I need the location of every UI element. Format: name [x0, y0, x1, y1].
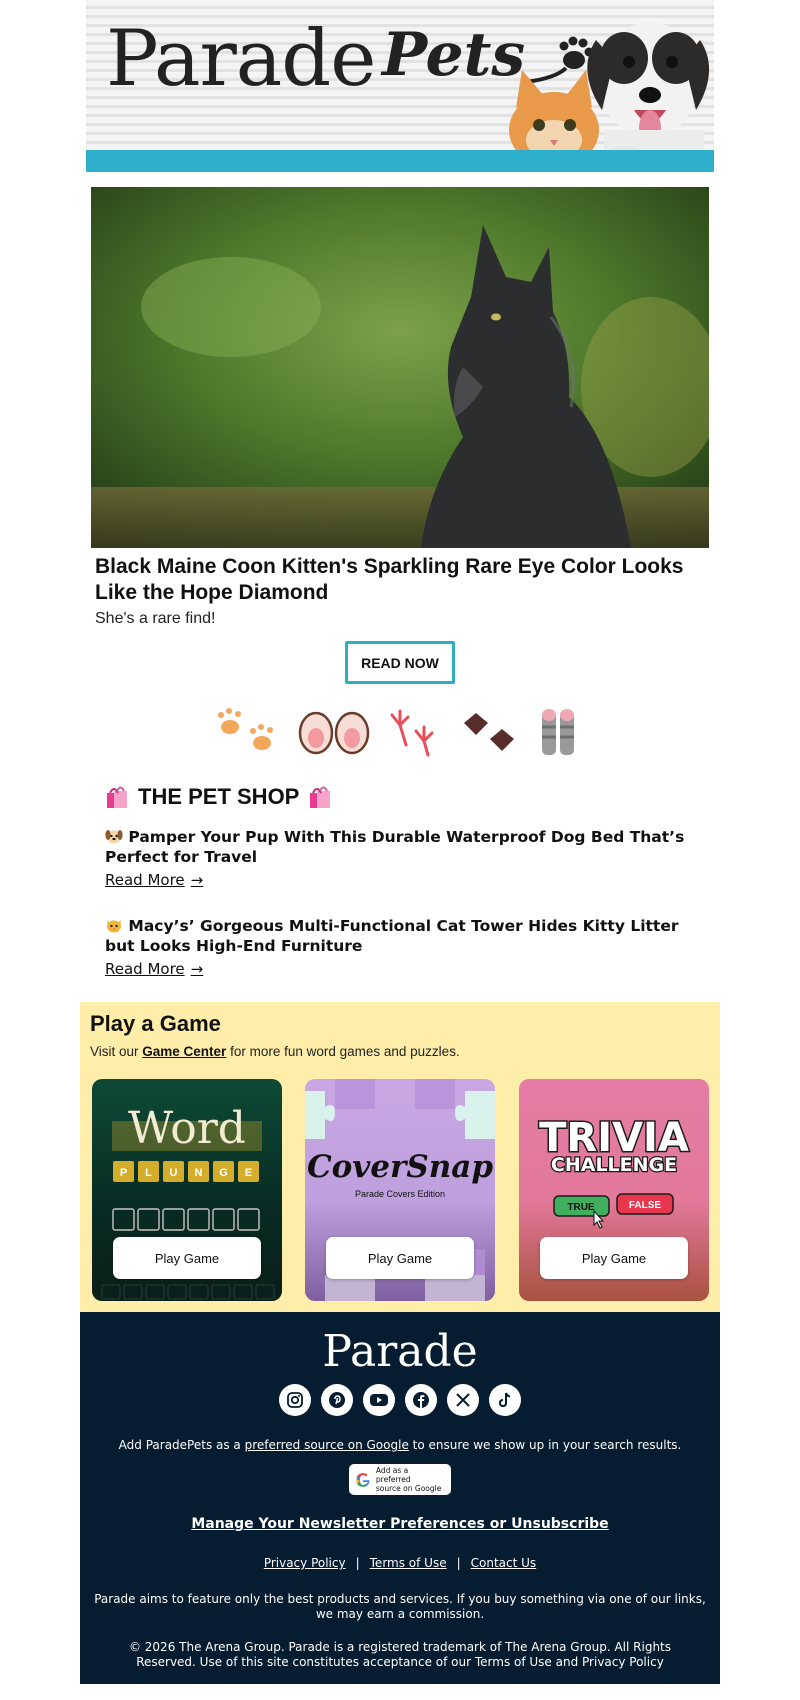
read-more-link[interactable]: Read More →	[105, 871, 203, 889]
coversnap-title: CoverSnap	[307, 1149, 493, 1185]
coversnap-subtitle: Parade Covers Edition	[355, 1189, 445, 1199]
trivia-true-label: TRUE	[567, 1202, 595, 1213]
footer-brand-logo[interactable]: Parade	[80, 1326, 720, 1377]
footer: Parade Add ParadePets as a preferred sou…	[80, 1312, 720, 1684]
privacy-policy-link[interactable]: Privacy Policy	[264, 1556, 346, 1570]
social-links	[279, 1384, 521, 1416]
trivia-false-label: FALSE	[629, 1200, 662, 1211]
badge-text: Add as a preferred source on Google	[376, 1466, 445, 1493]
games-intro-prefix: Visit our	[90, 1044, 143, 1059]
manage-preferences-link[interactable]: Manage Your Newsletter Preferences or Un…	[191, 1516, 608, 1532]
games-intro: Visit our Game Center for more fun word …	[90, 1044, 460, 1059]
plunge-letter: U	[170, 1167, 178, 1179]
shopping-bags-icon	[107, 786, 127, 808]
read-more-label: Read More	[105, 871, 185, 889]
game-center-link[interactable]: Game Center	[142, 1044, 226, 1059]
plunge-letter: E	[245, 1167, 252, 1179]
paw-prints-divider	[218, 708, 574, 757]
arrow-right-icon: →	[190, 871, 204, 889]
dog-and-cat-illustration	[509, 22, 710, 172]
tiktok-icon[interactable]	[489, 1384, 521, 1416]
pet-shop-item-headline[interactable]: Macy’s’ Gorgeous Multi-Functional Cat To…	[105, 916, 705, 956]
source-prefix: Add ParadePets as a	[118, 1438, 245, 1452]
contact-us-link[interactable]: Contact Us	[471, 1556, 537, 1570]
legal-separator: |	[355, 1556, 360, 1570]
badge-line-1: Add as a preferred	[375, 1466, 411, 1484]
hero-title[interactable]: Black Maine Coon Kitten's Sparkling Rare…	[95, 554, 707, 606]
dog-face-icon	[105, 830, 123, 844]
play-game-button[interactable]: Play Game	[326, 1237, 474, 1279]
pet-shop-title: THE PET SHOP	[104, 784, 333, 810]
pinterest-icon[interactable]	[321, 1384, 353, 1416]
copyright-text: © 2026 The Arena Group. Parade is a regi…	[128, 1640, 672, 1669]
manage-preferences-row: Manage Your Newsletter Preferences or Un…	[80, 1516, 720, 1532]
youtube-icon[interactable]	[363, 1384, 395, 1416]
pet-shop-item: Pamper Your Pup With This Durable Waterp…	[105, 827, 705, 890]
pet-shop-item-headline-text: Macy’s’ Gorgeous Multi-Functional Cat To…	[105, 917, 679, 955]
logo-parade-text: Parade	[106, 14, 376, 104]
word-plunge-title: Word	[128, 1103, 246, 1154]
games-title: Play a Game	[90, 1011, 221, 1036]
source-suffix: to ensure we show up in your search resu…	[408, 1438, 682, 1452]
read-more-link[interactable]: Read More →	[105, 960, 203, 978]
hero-image-kitten[interactable]	[91, 187, 709, 548]
plunge-letter: N	[195, 1167, 203, 1179]
game-card-coversnap[interactable]: CoverSnap Parade Covers Edition Play Gam…	[305, 1079, 495, 1301]
affiliate-disclaimer: Parade aims to feature only the best pro…	[94, 1592, 706, 1621]
x-icon[interactable]	[447, 1384, 479, 1416]
read-more-label: Read More	[105, 960, 185, 978]
shopping-bags-icon	[310, 786, 331, 808]
preferred-source-text: Add ParadePets as a preferred source on …	[80, 1438, 720, 1452]
google-g-icon	[356, 1472, 370, 1487]
facebook-icon[interactable]	[405, 1384, 437, 1416]
plunge-letter: L	[145, 1167, 152, 1179]
legal-separator: |	[456, 1556, 461, 1570]
cat-face-icon	[107, 920, 121, 933]
trivia-title-bottom: CHALLENGE	[551, 1154, 677, 1176]
game-card-word-plunge[interactable]: Word P L U N G E Play Game	[92, 1079, 282, 1301]
terms-of-use-link[interactable]: Terms of Use	[370, 1556, 447, 1570]
pet-shop-item: Macy’s’ Gorgeous Multi-Functional Cat To…	[105, 916, 705, 979]
games-section: Play a Game Visit our Game Center for mo…	[80, 1002, 720, 1312]
banner-accent-stripe	[86, 150, 714, 172]
play-game-button[interactable]: Play Game	[540, 1237, 688, 1279]
hero-dek: She's a rare find!	[95, 610, 216, 627]
header-banner[interactable]: Parade Pets	[86, 0, 714, 172]
arrow-right-icon: →	[190, 960, 204, 978]
game-card-trivia-challenge[interactable]: TRIVIA CHALLENGE TRUE FALSE Play Game	[519, 1079, 709, 1301]
pet-shop-item-headline[interactable]: Pamper Your Pup With This Durable Waterp…	[105, 827, 705, 867]
play-game-button[interactable]: Play Game	[113, 1237, 261, 1279]
google-preferred-source-badge[interactable]: Add as a preferred source on Google	[349, 1464, 451, 1495]
pet-shop-item-headline-text: Pamper Your Pup With This Durable Waterp…	[105, 828, 685, 866]
pet-shop-title-text: THE PET SHOP	[138, 784, 300, 809]
plunge-letter: P	[120, 1167, 127, 1179]
plunge-letter: G	[219, 1167, 228, 1179]
read-now-button[interactable]: READ NOW	[345, 641, 455, 684]
legal-links: Privacy Policy | Terms of Use | Contact Us	[80, 1556, 720, 1570]
instagram-icon[interactable]	[279, 1384, 311, 1416]
badge-line-2: source on Google	[375, 1484, 442, 1493]
games-intro-suffix: for more fun word games and puzzles.	[226, 1044, 460, 1059]
preferred-source-link[interactable]: preferred source on Google	[245, 1438, 409, 1452]
